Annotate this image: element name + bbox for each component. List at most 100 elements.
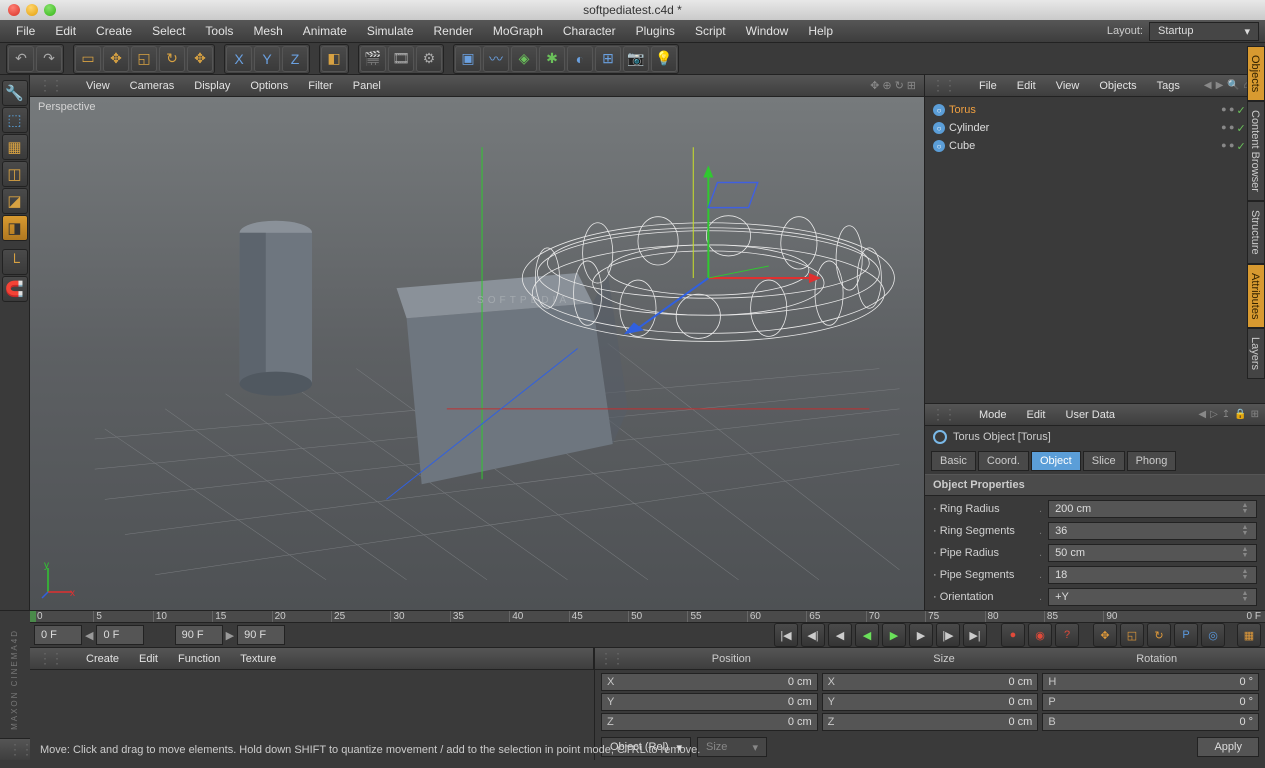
menu-mograph[interactable]: MoGraph [483,21,553,41]
menu-window[interactable]: Window [736,21,799,41]
z-axis-button[interactable]: Z [282,46,308,72]
tab-basic[interactable]: Basic [931,451,976,471]
attr-menu-edit[interactable]: Edit [1017,406,1056,424]
menu-tools[interactable]: Tools [195,21,243,41]
coord-z-input[interactable]: Z0 cm [601,713,818,731]
menu-animate[interactable]: Animate [293,21,357,41]
vp-zoom-icon[interactable]: ⊕ [882,79,891,92]
tl-end-input[interactable] [237,625,285,645]
vp-rotate-icon[interactable]: ↻ [895,79,904,92]
new-icon[interactable]: ⊞ [1251,409,1259,420]
up-icon[interactable]: ↥ [1222,409,1230,420]
lock-icon[interactable]: 🔒 [1234,409,1246,420]
menu-script[interactable]: Script [685,21,736,41]
array-button[interactable]: ✱ [539,46,565,72]
arrow-left-icon[interactable]: ◀ [1198,409,1206,420]
deformer-button[interactable]: ◐ [567,46,593,72]
coord-b-input[interactable]: B0 ° [1042,713,1259,731]
tab-slice[interactable]: Slice [1083,451,1125,471]
layout-dropdown[interactable]: Startup▾ [1149,22,1259,41]
auto-key-button[interactable]: ◉ [1028,623,1052,647]
tl-range-end-input[interactable] [175,625,223,645]
light-button[interactable]: 💡 [651,46,677,72]
prop-value-input[interactable]: 18▲▼ [1048,566,1257,584]
menu-select[interactable]: Select [142,21,195,41]
tree-row-cube[interactable]: ○Cube● ● ✓ ●● [929,137,1261,155]
x-axis-button[interactable]: X [226,46,252,72]
y-axis-button[interactable]: Y [254,46,280,72]
objpanel-menu-file[interactable]: File [969,77,1007,95]
menu-plugins[interactable]: Plugins [626,21,685,41]
menu-help[interactable]: Help [798,21,843,41]
apply-button[interactable]: Apply [1197,737,1259,757]
primitive-button[interactable]: ▣ [455,46,481,72]
sidetab-structure[interactable]: Structure [1247,201,1265,264]
environment-button[interactable]: ⊞ [595,46,621,72]
scale-tool[interactable]: ◱ [131,46,157,72]
point-mode-button[interactable]: ◫ [2,161,28,187]
animation-layer-button[interactable]: ▦ [1237,623,1261,647]
vp-menu-display[interactable]: Display [184,77,240,95]
mat-menu-function[interactable]: Function [168,650,230,668]
object-tree[interactable]: ○Torus● ● ✓ ●●○Cylinder● ● ✓ ●●○Cube● ● … [925,97,1265,403]
record-button[interactable]: ● [1001,623,1025,647]
vp-menu-options[interactable]: Options [240,77,298,95]
timeline-ruler[interactable]: 051015202530354045505560657075808590 0 F [30,611,1265,623]
attr-menu-mode[interactable]: Mode [969,406,1017,424]
coord-y-input[interactable]: Y0 cm [601,693,818,711]
sidetab-layers[interactable]: Layers [1247,328,1265,379]
go-prevkey-button[interactable]: ◀| [801,623,825,647]
make-editable-button[interactable]: 🔧 [2,80,28,106]
camera-button[interactable]: 📷 [623,46,649,72]
snap-button[interactable]: 🧲 [2,276,28,302]
rotate-tool[interactable]: ↻ [159,46,185,72]
tab-phong[interactable]: Phong [1127,451,1177,471]
arrow-left-icon[interactable]: ◀ [1204,80,1212,91]
menu-simulate[interactable]: Simulate [357,21,424,41]
go-end-button[interactable]: ▶| [963,623,987,647]
mat-menu-edit[interactable]: Edit [129,650,168,668]
go-nextkey-button[interactable]: |▶ [936,623,960,647]
axis-mode-button[interactable]: └ [2,249,28,275]
tree-row-cylinder[interactable]: ○Cylinder● ● ✓ ●● [929,119,1261,137]
search-icon[interactable]: 🔍 [1227,80,1239,91]
tab-coord[interactable]: Coord. [978,451,1029,471]
objpanel-menu-tags[interactable]: Tags [1147,77,1190,95]
edge-mode-button[interactable]: ◪ [2,188,28,214]
coord-x-input[interactable]: X0 cm [822,673,1039,691]
sidetab-objects[interactable]: Objects [1247,46,1265,101]
arrow-right-icon[interactable]: ▷ [1210,409,1218,420]
vp-menu-filter[interactable]: Filter [298,77,342,95]
mat-menu-create[interactable]: Create [76,650,129,668]
timeline-playhead[interactable] [30,611,36,622]
prop-value-input[interactable]: 36▲▼ [1048,522,1257,540]
vp-toggle-icon[interactable]: ⊞ [907,79,916,92]
tl-start-input[interactable] [34,625,82,645]
model-mode-button[interactable]: ⬚ [2,107,28,133]
menu-create[interactable]: Create [86,21,142,41]
go-start-button[interactable]: |◀ [774,623,798,647]
play-back-button[interactable]: ◀ [855,623,879,647]
mat-menu-texture[interactable]: Texture [230,650,286,668]
arrow-right-icon[interactable]: ▶ [1216,80,1224,91]
recent-tool[interactable]: ✥ [187,46,213,72]
key-scale-button[interactable]: ◱ [1120,623,1144,647]
attr-menu-user-data[interactable]: User Data [1056,406,1126,424]
objpanel-menu-view[interactable]: View [1046,77,1090,95]
axis-gizmo[interactable] [624,147,821,334]
menu-mesh[interactable]: Mesh [243,21,292,41]
key-param-button[interactable]: P [1174,623,1198,647]
menu-edit[interactable]: Edit [45,21,86,41]
menu-character[interactable]: Character [553,21,626,41]
coord-p-input[interactable]: P0 ° [1042,693,1259,711]
vp-menu-cameras[interactable]: Cameras [120,77,185,95]
coord-y-input[interactable]: Y0 cm [822,693,1039,711]
vp-nav-icon[interactable]: ✥ [870,79,879,92]
next-frame-button[interactable]: ▶ [909,623,933,647]
render-pv-button[interactable]: 🎞 [388,46,414,72]
vp-menu-view[interactable]: View [76,77,120,95]
prop-value-input[interactable]: +Y▲▼ [1048,588,1257,606]
play-button[interactable]: ▶ [882,623,906,647]
undo-button[interactable]: ↶ [8,46,34,72]
objpanel-menu-edit[interactable]: Edit [1007,77,1046,95]
